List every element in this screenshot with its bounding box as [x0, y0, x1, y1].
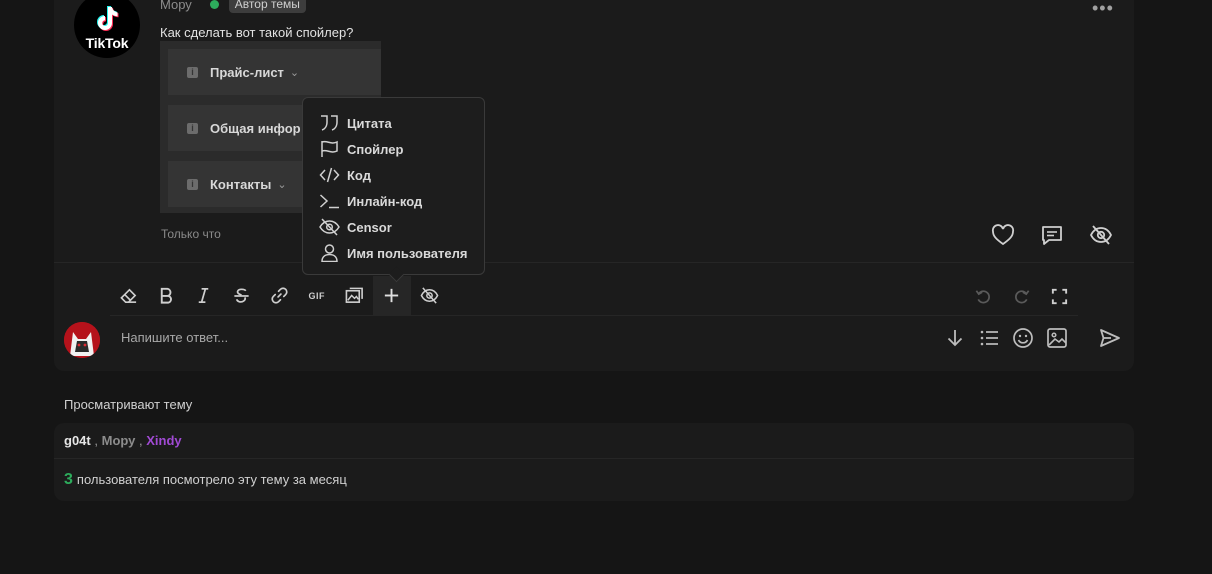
- fullscreen-button[interactable]: [1040, 276, 1078, 316]
- clear-format-button[interactable]: [110, 276, 148, 316]
- author-username[interactable]: Мору: [160, 0, 192, 12]
- strikethrough-icon: [234, 288, 249, 303]
- post-header: Мору Автор темы: [160, 0, 306, 13]
- terminal-icon: [319, 194, 339, 209]
- italic-icon: [199, 287, 209, 304]
- info-icon: i: [187, 178, 198, 190]
- eye-off-icon: [420, 287, 439, 304]
- insert-menu: Цитата Спойлер Код Инлайн-код Censor Имя…: [302, 97, 485, 275]
- post-text: Как сделать вот такой спойлер?: [160, 25, 354, 40]
- menu-item-label: Спойлер: [347, 141, 404, 157]
- menu-item-label: Инлайн-код: [347, 193, 423, 209]
- italic-button[interactable]: [185, 276, 223, 316]
- viewers-list: g04t , Мору , Xindy: [64, 433, 182, 448]
- menu-item-censor[interactable]: Censor: [303, 214, 484, 240]
- chevron-down-icon: ⌄: [277, 178, 287, 191]
- viewer-user-link[interactable]: Xindy: [146, 433, 181, 448]
- image-upload-icon[interactable]: [1046, 327, 1068, 349]
- toolbar-right-group: [964, 276, 1078, 316]
- author-badge: Автор темы: [228, 0, 306, 13]
- bold-icon: [160, 287, 172, 304]
- spoiler-label: Прайс-лист: [210, 64, 284, 80]
- chevron-down-icon: ⌄: [289, 66, 300, 79]
- spoiler-label: Контакты: [210, 176, 272, 192]
- link-button[interactable]: [260, 276, 298, 316]
- menu-item-label: Имя пользователя: [347, 245, 468, 261]
- viewer-separator: ,: [139, 433, 143, 448]
- spoiler-label: Общая инфор: [210, 120, 301, 136]
- info-icon: i: [187, 66, 198, 78]
- menu-item-username[interactable]: Имя пользователя: [303, 240, 484, 266]
- monthly-text: пользователя посмотрело эту тему за меся…: [76, 472, 347, 487]
- tiktok-logo-icon: [97, 5, 119, 31]
- monthly-views: 3 пользователя посмотрело эту тему за ме…: [64, 471, 347, 489]
- menu-item-label: Цитата: [347, 115, 392, 131]
- menu-item-inline-code[interactable]: Инлайн-код: [303, 188, 484, 214]
- hide-eye-off-icon[interactable]: [1089, 224, 1113, 246]
- eye-off-icon: [319, 218, 340, 236]
- arrow-down-icon[interactable]: [944, 327, 966, 349]
- quote-icon: [321, 115, 338, 131]
- viewer-user-link[interactable]: g04t: [64, 433, 91, 448]
- send-icon[interactable]: [1099, 327, 1121, 349]
- gif-button[interactable]: GIF: [298, 276, 336, 316]
- redo-icon: [1014, 289, 1029, 303]
- plus-icon: [385, 288, 399, 303]
- more-options-icon[interactable]: •••: [1092, 0, 1114, 19]
- menu-item-label: Код: [347, 167, 371, 183]
- viewers-card: g04t , Мору , Xindy 3 пользователя посмо…: [54, 423, 1134, 501]
- redo-button[interactable]: [1002, 276, 1040, 316]
- viewer-user-link[interactable]: Мору: [102, 433, 136, 448]
- monthly-count: 3: [64, 471, 73, 488]
- menu-item-quote[interactable]: Цитата: [303, 110, 484, 136]
- viewer-separator: ,: [94, 433, 98, 448]
- user-avatar-image: [64, 322, 100, 358]
- list-icon[interactable]: [978, 327, 1000, 349]
- like-heart-icon[interactable]: [991, 224, 1015, 246]
- hide-content-button[interactable]: [411, 276, 449, 316]
- info-icon: i: [187, 122, 198, 134]
- gif-icon: GIF: [308, 290, 326, 301]
- editor-toolbar: GIF: [110, 275, 1078, 316]
- online-status-dot: [209, 0, 219, 9]
- link-icon: [271, 287, 288, 304]
- viewers-title: Просматривают тему: [64, 397, 193, 412]
- post-time: Только что: [161, 227, 221, 241]
- avatar-brand-text: TikTok: [85, 34, 129, 51]
- reply-input[interactable]: [110, 317, 1078, 357]
- fullscreen-icon: [1051, 288, 1067, 304]
- image-gallery-icon: [345, 287, 363, 303]
- user-icon: [321, 244, 338, 262]
- divider: [54, 458, 1134, 459]
- code-icon: [319, 167, 340, 183]
- menu-item-spoiler[interactable]: Спойлер: [303, 136, 484, 162]
- current-user-avatar[interactable]: [64, 322, 100, 358]
- menu-item-code[interactable]: Код: [303, 162, 484, 188]
- reply-comment-icon[interactable]: [1040, 224, 1064, 246]
- flag-icon: [321, 140, 338, 157]
- bold-button[interactable]: [148, 276, 186, 316]
- insert-image-button[interactable]: [336, 276, 374, 316]
- spoiler-item[interactable]: i Прайс-лист ⌄: [168, 49, 381, 95]
- menu-item-label: Censor: [347, 219, 392, 235]
- emoji-icon[interactable]: [1012, 327, 1034, 349]
- undo-icon: [975, 289, 990, 303]
- undo-button[interactable]: [964, 276, 1002, 316]
- eraser-icon: [120, 288, 137, 303]
- strikethrough-button[interactable]: [223, 276, 261, 316]
- insert-more-button[interactable]: [373, 275, 411, 316]
